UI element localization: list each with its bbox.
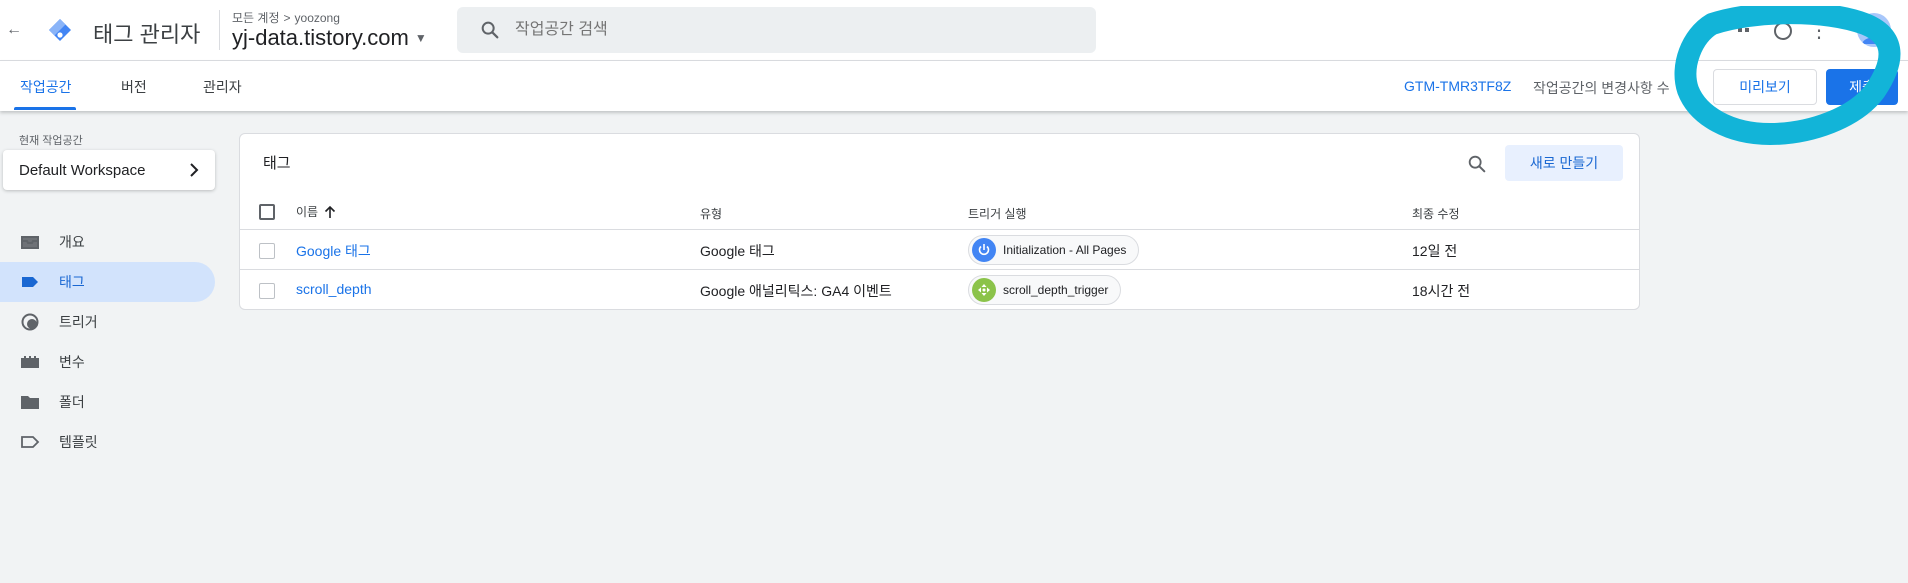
avatar[interactable] bbox=[1857, 13, 1891, 47]
tags-card: 태그 새로 만들기 이름 유형 트리거 실행 최종 수정 Google 태그 G… bbox=[239, 133, 1640, 310]
sidebar-item-folders[interactable]: 폴더 bbox=[0, 382, 215, 422]
trigger-name: Initialization - All Pages bbox=[1003, 243, 1127, 257]
new-tag-button[interactable]: 새로 만들기 bbox=[1505, 145, 1623, 181]
breadcrumb-account[interactable]: yoozong bbox=[295, 11, 340, 25]
tag-name-link[interactable]: Google 태그 bbox=[296, 241, 371, 261]
tag-type: Google 애널리틱스: GA4 이벤트 bbox=[700, 283, 892, 299]
last-modified: 12일 전 bbox=[1412, 243, 1458, 259]
sidebar-item-overview[interactable]: 개요 bbox=[0, 222, 215, 262]
search-input[interactable] bbox=[515, 21, 1015, 39]
sidebar-item-label: 개요 bbox=[59, 234, 85, 250]
sidebar-item-label: 템플릿 bbox=[59, 434, 98, 450]
trigger-chip[interactable]: Initialization - All Pages bbox=[968, 235, 1140, 265]
last-modified: 18시간 전 bbox=[1412, 283, 1471, 299]
sidebar-item-label: 변수 bbox=[59, 354, 85, 370]
container-name: yj-data.tistory.com bbox=[232, 25, 409, 50]
table-row[interactable]: Google 태그 Google 태그 Initialization - All… bbox=[240, 230, 1639, 270]
apps-grid-icon[interactable] bbox=[1736, 20, 1758, 42]
sort-arrow-up-icon bbox=[325, 205, 336, 218]
tab-bar: 작업공간 버전 관리자 GTM-TMR3TF8Z 작업공간의 변경사항 수 미리… bbox=[0, 61, 1908, 111]
workspace-selector[interactable]: Default Workspace bbox=[3, 150, 215, 190]
workspace-changes-text: 작업공간의 변경사항 수 bbox=[1533, 80, 1670, 96]
card-title: 태그 bbox=[263, 155, 291, 172]
search-icon bbox=[481, 21, 499, 39]
app-title: 태그 관리자 bbox=[93, 22, 201, 47]
back-arrow-icon[interactable]: ← bbox=[4, 20, 24, 40]
column-header-type[interactable]: 유형 bbox=[700, 205, 722, 222]
table-header: 이름 유형 트리거 실행 최종 수정 bbox=[240, 194, 1639, 230]
tag-type: Google 태그 bbox=[700, 243, 775, 259]
table-row[interactable]: scroll_depth Google 애널리틱스: GA4 이벤트 scrol… bbox=[240, 270, 1639, 310]
sidebar-item-variables[interactable]: 변수 bbox=[0, 342, 215, 382]
tag-name-link[interactable]: scroll_depth bbox=[296, 281, 372, 297]
sidebar-item-label: 트리거 bbox=[59, 314, 98, 330]
search-icon[interactable] bbox=[1466, 153, 1488, 175]
tag-manager-logo-icon[interactable] bbox=[48, 18, 72, 42]
trigger-name: scroll_depth_trigger bbox=[1003, 283, 1109, 297]
submit-button[interactable]: 제출 bbox=[1826, 69, 1898, 105]
select-all-checkbox[interactable] bbox=[259, 204, 275, 220]
sidebar-item-templates[interactable]: 템플릿 bbox=[0, 422, 215, 462]
user-avatar-icon bbox=[1862, 19, 1886, 44]
top-icons: ⋮ bbox=[1736, 18, 1830, 43]
column-header-trigger[interactable]: 트리거 실행 bbox=[968, 205, 1027, 222]
row-checkbox[interactable] bbox=[259, 243, 275, 259]
preview-button[interactable]: 미리보기 bbox=[1713, 69, 1817, 105]
folder-icon bbox=[20, 392, 40, 412]
scroll-icon bbox=[972, 278, 996, 302]
workspace-name: Default Workspace bbox=[19, 161, 146, 179]
sidebar-item-triggers[interactable]: 트리거 bbox=[0, 302, 215, 342]
header-divider bbox=[219, 10, 220, 50]
tag-icon bbox=[20, 272, 40, 292]
row-checkbox[interactable] bbox=[259, 283, 275, 299]
trigger-chip[interactable]: scroll_depth_trigger bbox=[968, 275, 1122, 305]
workspace-search[interactable] bbox=[457, 7, 1096, 53]
tab-versions[interactable]: 버전 bbox=[121, 77, 147, 97]
overview-icon bbox=[20, 232, 40, 252]
current-workspace-label: 현재 작업공간 bbox=[19, 135, 83, 147]
breadcrumb-separator: > bbox=[283, 10, 291, 25]
template-icon bbox=[20, 432, 40, 452]
sidebar-item-label: 폴더 bbox=[59, 394, 85, 410]
column-name-label: 이름 bbox=[296, 205, 319, 219]
container-selector[interactable]: yj-data.tistory.com ▼ bbox=[232, 25, 427, 51]
more-vert-icon[interactable]: ⋮ bbox=[1808, 18, 1830, 43]
sidebar-item-tags[interactable]: 태그 bbox=[0, 262, 215, 302]
column-header-name[interactable]: 이름 bbox=[296, 203, 336, 220]
tab-admin[interactable]: 관리자 bbox=[203, 77, 242, 97]
help-icon[interactable] bbox=[1772, 20, 1794, 42]
power-icon bbox=[972, 238, 996, 262]
tab-workspace[interactable]: 작업공간 bbox=[20, 77, 72, 97]
active-tab-indicator bbox=[14, 107, 76, 110]
column-header-modified[interactable]: 최종 수정 bbox=[1412, 205, 1460, 222]
caret-down-icon: ▼ bbox=[414, 31, 427, 45]
top-bar: ← 태그 관리자 모든 계정 > yoozong yj-data.tistory… bbox=[0, 0, 1908, 61]
breadcrumb[interactable]: 모든 계정 > yoozong bbox=[232, 9, 340, 26]
chevron-right-icon bbox=[190, 163, 199, 177]
container-id[interactable]: GTM-TMR3TF8Z bbox=[1404, 78, 1511, 94]
variable-icon bbox=[20, 352, 40, 372]
trigger-icon bbox=[20, 312, 40, 332]
breadcrumb-all-accounts[interactable]: 모든 계정 bbox=[232, 9, 280, 26]
sidebar-item-label: 태그 bbox=[59, 274, 85, 290]
